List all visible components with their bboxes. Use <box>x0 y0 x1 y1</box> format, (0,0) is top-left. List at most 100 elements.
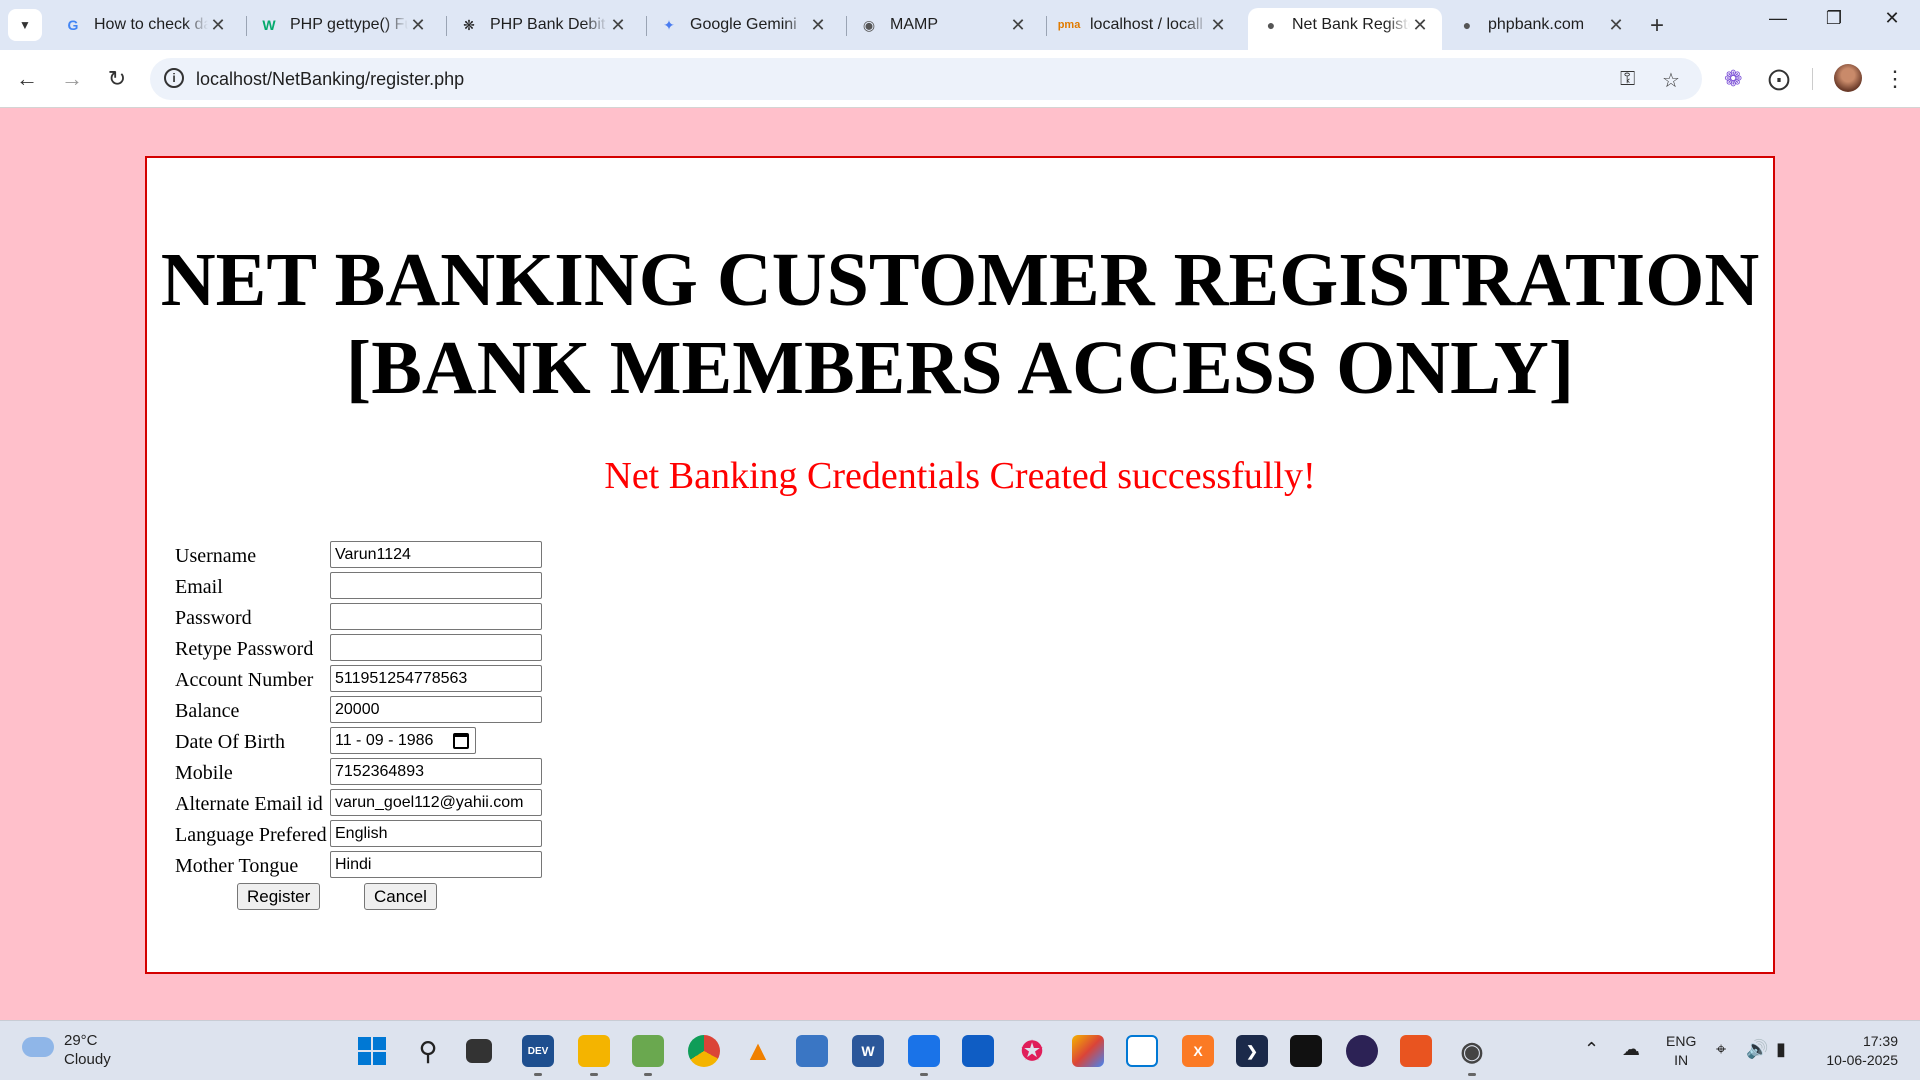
windows-taskbar: 29°C Cloudy ⚲ DEV ▲ W ✪ X ❯ ◉ ⌃ ☁ ENG IN… <box>0 1020 1920 1080</box>
close-icon[interactable]: ✕ <box>1410 15 1430 36</box>
username-input[interactable] <box>330 541 542 568</box>
word-icon[interactable]: W <box>852 1035 884 1067</box>
mamp-app-icon[interactable]: ◉ <box>1456 1035 1488 1076</box>
notepad-icon[interactable] <box>908 1035 940 1076</box>
close-icon[interactable]: ✕ <box>1008 15 1028 36</box>
ubuntu-icon[interactable] <box>1400 1035 1432 1067</box>
chevron-down-icon: ▼ <box>19 18 31 32</box>
extensions-puzzle-icon[interactable]: ⨀ <box>1768 66 1790 92</box>
email-label: Email <box>175 576 223 598</box>
store-icon[interactable] <box>962 1035 994 1067</box>
task-view-icon[interactable] <box>466 1039 492 1063</box>
notepadpp-icon[interactable] <box>632 1035 664 1076</box>
cloud-icon[interactable] <box>22 1037 54 1057</box>
tab-title: PHP Bank Debit <box>490 16 606 33</box>
close-icon[interactable]: ✕ <box>1606 15 1626 36</box>
register-button[interactable]: Register <box>237 883 321 910</box>
start-button[interactable] <box>356 1035 388 1067</box>
remote-desktop-icon[interactable] <box>1126 1035 1158 1067</box>
wifi-icon[interactable]: ⌖ <box>1716 1039 1726 1060</box>
minimize-button[interactable]: — <box>1758 8 1798 29</box>
restore-button[interactable]: ❐ <box>1814 8 1854 29</box>
lang-line-1: ENG <box>1666 1033 1697 1049</box>
tab-title: localhost / locall <box>1090 16 1203 33</box>
browser-toolbar: ← → ↻ i localhost/NetBanking/register.ph… <box>0 50 1920 108</box>
back-button[interactable]: ← <box>12 64 42 94</box>
alternate-email-input[interactable] <box>330 789 542 816</box>
password-input[interactable] <box>330 603 542 630</box>
gemini-app-icon[interactable] <box>1072 1035 1104 1067</box>
search-icon[interactable]: ⚲ <box>412 1035 444 1067</box>
vlc-icon[interactable]: ▲ <box>742 1035 774 1067</box>
tab-5[interactable]: ◉ MAMP ✕ <box>846 8 1040 42</box>
terminal-icon[interactable] <box>1290 1035 1322 1067</box>
mother-tongue-input[interactable] <box>330 851 542 878</box>
globe-icon: ● <box>1462 17 1472 33</box>
registration-panel: NET BANKING CUSTOMER REGISTRATION [BANK … <box>145 156 1775 974</box>
tab-search-button[interactable]: ▼ <box>8 9 42 41</box>
profile-avatar[interactable] <box>1834 64 1862 92</box>
phpmyadmin-icon: pma <box>1057 19 1081 31</box>
close-icon[interactable]: ✕ <box>1208 15 1228 36</box>
close-icon[interactable]: ✕ <box>208 15 228 36</box>
tab-8[interactable]: ● phpbank.com ✕ <box>1444 8 1638 42</box>
tab-3[interactable]: ❋ PHP Bank Debit ✕ <box>446 8 640 42</box>
close-icon[interactable]: ✕ <box>808 15 828 36</box>
password-key-icon[interactable]: ⚿ <box>1620 68 1635 91</box>
close-window-button[interactable]: ✕ <box>1872 8 1912 29</box>
mobile-input[interactable] <box>330 758 542 785</box>
xampp-icon[interactable]: X <box>1182 1035 1214 1067</box>
powershell-icon[interactable]: ❯ <box>1236 1035 1268 1067</box>
tab-7-active[interactable]: ● Net Bank Registe ✕ <box>1248 8 1442 50</box>
tab-1[interactable]: G How to check da ✕ <box>50 8 240 42</box>
reload-button[interactable]: ↻ <box>102 64 132 94</box>
windows-logo-icon <box>358 1037 386 1065</box>
address-bar[interactable]: i localhost/NetBanking/register.php ⚿ ☆ <box>150 58 1702 100</box>
balance-input[interactable] <box>330 696 542 723</box>
tab-4[interactable]: ✦ Google Gemini ✕ <box>646 8 840 42</box>
email-input[interactable] <box>330 572 542 599</box>
battery-icon[interactable]: ▮ <box>1776 1039 1786 1060</box>
username-label: Username <box>175 545 257 567</box>
tray-chevron-up-icon[interactable]: ⌃ <box>1584 1039 1599 1060</box>
mobile-label: Mobile <box>175 762 233 784</box>
retype-password-input[interactable] <box>330 634 542 661</box>
clock[interactable]: 17:39 10-06-2025 <box>1818 1032 1898 1070</box>
date-of-birth-label: Date Of Birth <box>175 731 285 753</box>
file-explorer-icon[interactable] <box>578 1035 610 1076</box>
mamp-icon: ◉ <box>862 16 876 33</box>
tab-2[interactable]: W PHP gettype() Fu ✕ <box>246 8 440 42</box>
bookmark-star-icon[interactable]: ☆ <box>1662 68 1680 93</box>
close-icon[interactable]: ✕ <box>608 15 628 36</box>
weather-widget[interactable]: 29°C Cloudy <box>64 1031 111 1069</box>
balance-label: Balance <box>175 700 240 722</box>
close-icon[interactable]: ✕ <box>408 15 428 36</box>
menu-kebab-icon[interactable]: ⋮ <box>1884 66 1906 92</box>
calendar-icon[interactable] <box>453 732 469 749</box>
language-indicator[interactable]: ENG IN <box>1666 1032 1696 1070</box>
python-icon[interactable] <box>796 1035 828 1067</box>
cancel-button[interactable]: Cancel <box>364 883 437 910</box>
weather-desc: Cloudy <box>64 1051 111 1068</box>
browser-tab-strip: ▼ G How to check da ✕ W PHP gettype() Fu… <box>0 0 1920 50</box>
account-number-input[interactable] <box>330 665 542 692</box>
tab-title: Net Bank Registe <box>1292 16 1410 33</box>
lang-line-2: IN <box>1674 1052 1689 1068</box>
forward-button[interactable]: → <box>57 64 87 94</box>
volume-icon[interactable]: 🔊 <box>1746 1039 1768 1060</box>
url-text[interactable]: localhost/NetBanking/register.php <box>196 69 464 90</box>
chrome-icon[interactable] <box>688 1035 720 1067</box>
site-info-icon[interactable]: i <box>164 68 184 88</box>
tab-6[interactable]: pma localhost / locall ✕ <box>1046 8 1240 42</box>
eclipse-icon[interactable] <box>1346 1035 1378 1067</box>
tab-title: Google Gemini <box>690 16 797 33</box>
devcpp-icon[interactable]: DEV <box>522 1035 554 1076</box>
language-preferred-input[interactable] <box>330 820 542 847</box>
extension-gear-icon[interactable]: ❁ <box>1724 66 1742 92</box>
alternate-email-label: Alternate Email id <box>175 793 323 815</box>
date-of-birth-input[interactable]: 11 - 09 - 1986 <box>330 727 476 754</box>
slack-icon[interactable]: ✪ <box>1016 1035 1048 1067</box>
onedrive-cloud-icon[interactable]: ☁ <box>1622 1039 1640 1060</box>
globe-icon: ● <box>1266 17 1276 33</box>
new-tab-button[interactable]: + <box>1650 12 1664 40</box>
